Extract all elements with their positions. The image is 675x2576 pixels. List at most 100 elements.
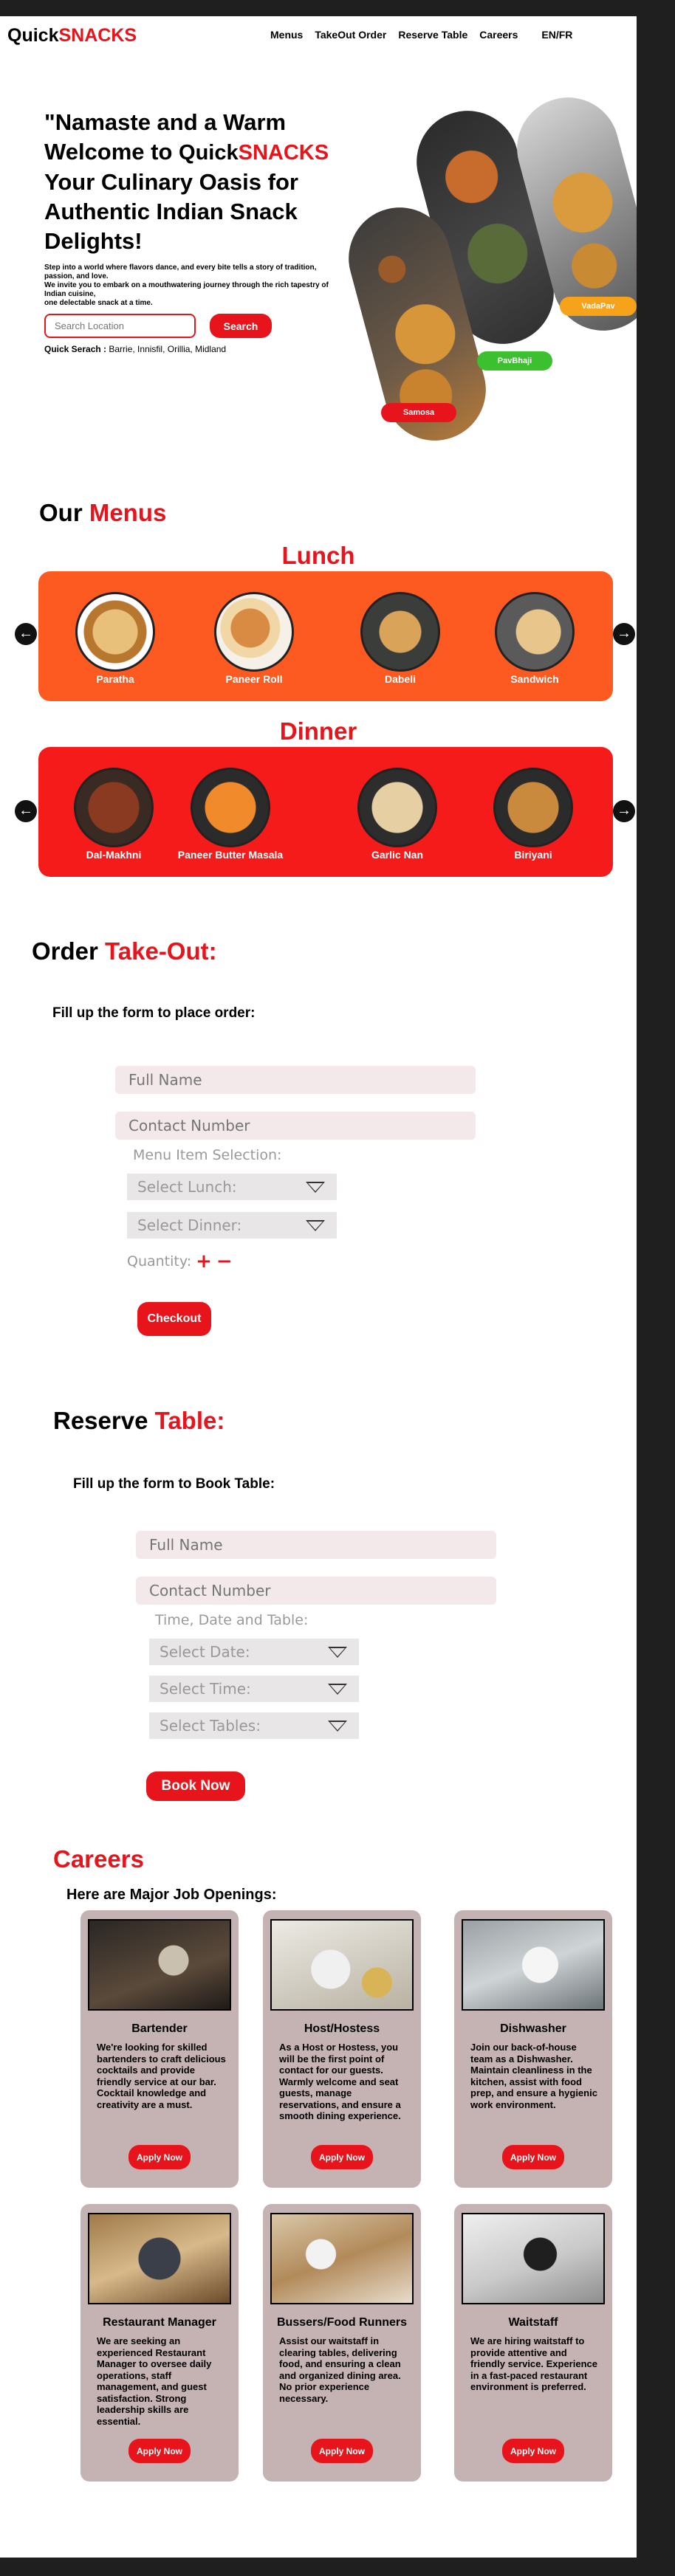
language-toggle[interactable]: EN/FR: [541, 29, 572, 41]
select-date-dropdown[interactable]: Select Date:: [149, 1639, 359, 1665]
order-title-takeout: Take-Out:: [105, 937, 217, 965]
menu-item-label: Paneer Roll: [225, 673, 283, 685]
menus-title-menus: Menus: [89, 499, 167, 526]
quick-search: Quick Serach : Barrie, Innisfil, Orillia…: [44, 344, 226, 354]
hero-brand-snacks: SNACKS: [238, 141, 329, 165]
dinner-item-paneer-butter-masala[interactable]: Paneer Butter Masala: [160, 768, 301, 861]
sandwich-image: [495, 592, 575, 672]
select-time-dropdown[interactable]: Select Time:: [149, 1676, 359, 1702]
dinner-next-arrow-icon[interactable]: →: [613, 800, 635, 822]
careers-section-title: Careers: [53, 1845, 144, 1873]
select-dinner-dropdown[interactable]: Select Dinner:: [127, 1212, 337, 1239]
order-contact-number-field[interactable]: [115, 1112, 476, 1140]
hero-description: Step into a world where flavors dance, a…: [44, 264, 332, 308]
logo-snacks: SNACKS: [58, 25, 137, 46]
reserve-title-table: Table:: [154, 1407, 225, 1434]
select-dinner-value: Select Dinner:: [137, 1216, 242, 1234]
menu-item-label: Paneer Butter Masala: [177, 849, 284, 861]
quantity-label: Quantity:: [127, 1253, 192, 1270]
dinner-prev-arrow-icon[interactable]: ←: [15, 800, 37, 822]
apply-now-button[interactable]: Apply Now: [311, 2439, 373, 2463]
book-now-button[interactable]: Book Now: [146, 1771, 245, 1801]
menu-item-label: Dabeli: [384, 673, 416, 685]
job-description: As a Host or Hostess, you will be the fi…: [279, 2042, 401, 2121]
menu-item-label: Garlic Nan: [371, 849, 424, 861]
quantity-plus-button[interactable]: +: [196, 1250, 212, 1272]
location-search-input[interactable]: [44, 314, 196, 338]
reserve-contact-number-field[interactable]: [136, 1577, 496, 1605]
hero-title-part2: Your Culinary Oasis for Authentic Indian…: [44, 169, 298, 254]
checkout-button[interactable]: Checkout: [137, 1302, 211, 1336]
nav-link-careers[interactable]: Careers: [479, 29, 518, 41]
order-full-name-field[interactable]: [115, 1066, 476, 1094]
time-date-table-label: Time, Date and Table:: [155, 1612, 309, 1628]
apply-now-button[interactable]: Apply Now: [129, 2145, 191, 2169]
job-title: Bussers/Food Runners: [276, 2316, 408, 2329]
quick-search-label: Quick Serach :: [44, 344, 107, 354]
reserve-title-reserve: Reserve: [53, 1407, 155, 1434]
restaurant-manager-image: [88, 2213, 231, 2304]
menus-title-our: Our: [39, 499, 89, 526]
reserve-section-title: Reserve Table:: [53, 1407, 225, 1435]
pavbhaji-tag[interactable]: PavBhaji: [477, 351, 552, 371]
apply-now-button[interactable]: Apply Now: [129, 2439, 191, 2463]
select-tables-dropdown[interactable]: Select Tables:: [149, 1712, 359, 1739]
job-card-waitstaff: Waitstaff We are hiring waitstaff to pro…: [454, 2204, 612, 2482]
hero-brand-quick: Quick: [179, 141, 239, 165]
lunch-item-dabeli[interactable]: Dabeli: [356, 592, 445, 685]
select-tables-value: Select Tables:: [160, 1717, 261, 1735]
select-lunch-dropdown[interactable]: Select Lunch:: [127, 1174, 337, 1200]
dinner-item-garlic-nan[interactable]: Garlic Nan: [353, 768, 442, 861]
nav-link-reserve-table[interactable]: Reserve Table: [398, 29, 467, 41]
job-title: Restaurant Manager: [103, 2316, 216, 2329]
nav-link-takeout-order[interactable]: TakeOut Order: [315, 29, 386, 41]
dinner-title: Dinner: [279, 717, 357, 745]
dinner-item-biriyani[interactable]: Biriyani: [489, 768, 578, 861]
dal-makhni-image: [74, 768, 154, 847]
job-description: We are seeking an experienced Restaurant…: [97, 2335, 212, 2427]
quick-search-places[interactable]: Barrie, Innisfil, Orillia, Midland: [106, 344, 226, 354]
lunch-item-paneer-roll[interactable]: Paneer Roll: [210, 592, 298, 685]
brand-logo[interactable]: QuickSNACKS: [7, 25, 137, 47]
job-title: Waitstaff: [508, 2316, 558, 2329]
lunch-prev-arrow-icon[interactable]: ←: [15, 623, 37, 645]
dishwasher-image: [462, 1919, 605, 2011]
dropdown-triangle-icon: [328, 1647, 347, 1658]
apply-now-button[interactable]: Apply Now: [311, 2145, 373, 2169]
order-section-title: Order Take-Out:: [32, 937, 217, 965]
nav-link-menus[interactable]: Menus: [270, 29, 303, 41]
order-form-caption: Fill up the form to place order:: [52, 1005, 256, 1021]
reserve-full-name-field[interactable]: [136, 1531, 496, 1559]
bartender-image: [88, 1919, 231, 2011]
lunch-item-sandwich[interactable]: Sandwich: [490, 592, 579, 685]
hero-desc-line1: Step into a world where flavors dance, a…: [44, 264, 317, 280]
waitstaff-image: [462, 2213, 605, 2304]
job-card-bussers-food-runners: Bussers/Food Runners Assist our waitstaf…: [263, 2204, 421, 2482]
select-lunch-value: Select Lunch:: [137, 1178, 237, 1196]
menus-section-title: Our Menus: [39, 499, 166, 527]
apply-now-button[interactable]: Apply Now: [502, 2145, 564, 2169]
job-title: Bartender: [131, 2022, 188, 2035]
reserve-form-caption: Fill up the form to Book Table:: [73, 1476, 275, 1492]
job-description: Join our back-of-house team as a Dishwas…: [470, 2042, 597, 2110]
job-description: Assist our waitstaff in clearing tables,…: [279, 2335, 401, 2404]
menu-item-label: Dal-Makhni: [86, 849, 142, 861]
biriyani-image: [493, 768, 573, 847]
job-title: Dishwasher: [500, 2022, 566, 2035]
menu-item-label: Sandwich: [510, 673, 559, 685]
paratha-image: [75, 592, 155, 672]
search-button[interactable]: Search: [210, 314, 272, 338]
job-card-dishwasher: Dishwasher Join our back-of-house team a…: [454, 1910, 612, 2188]
lunch-next-arrow-icon[interactable]: →: [613, 623, 635, 645]
job-card-restaurant-manager: Restaurant Manager We are seeking an exp…: [80, 2204, 239, 2482]
vadapav-tag[interactable]: VadaPav: [560, 297, 637, 316]
apply-now-button[interactable]: Apply Now: [502, 2439, 564, 2463]
samosa-tag[interactable]: Samosa: [381, 403, 456, 422]
dinner-carousel: Dal-Makhni Paneer Butter Masala Garlic N…: [38, 747, 613, 877]
dinner-item-dal-makhni[interactable]: Dal-Makhni: [69, 768, 158, 861]
paneer-roll-image: [214, 592, 294, 672]
quantity-minus-button[interactable]: −: [216, 1250, 233, 1272]
lunch-item-paratha[interactable]: Paratha: [71, 592, 160, 685]
job-card-host-hostess: Host/Hostess As a Host or Hostess, you w…: [263, 1910, 421, 2188]
select-date-value: Select Date:: [160, 1643, 250, 1661]
